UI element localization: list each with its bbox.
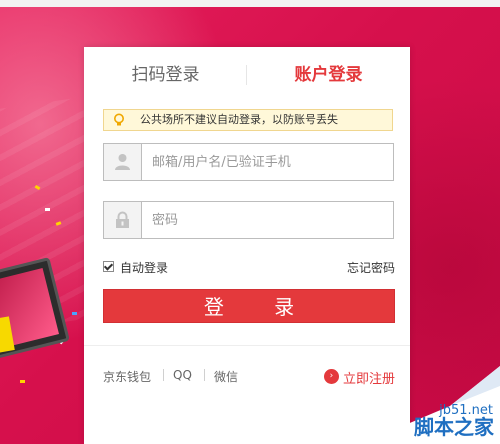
confetti [72,312,77,315]
auto-login-label[interactable]: 自动登录 [120,259,168,276]
username-input[interactable] [152,144,388,180]
lightbulb-icon [112,113,126,127]
lock-icon [104,202,142,238]
confetti [20,380,25,383]
jd-wallet-login-link[interactable]: 京东钱包 [103,368,151,385]
tab-qr-login[interactable]: 扫码登录 [84,47,247,99]
footer-separator [204,369,205,381]
forgot-password-link[interactable]: 忘记密码 [347,259,395,276]
footer-separator [163,369,164,381]
top-strip [0,0,500,7]
security-notice: 公共场所不建议自动登录，以防账号丢失 [103,109,393,131]
qq-login-link[interactable]: QQ [173,368,192,382]
third-party-login: 京东钱包 QQ 微信 › 立即注册 [103,368,395,387]
login-button[interactable]: 登 录 [103,289,395,323]
watermark-name: 脚本之家 [414,415,494,439]
username-field [103,143,394,181]
password-field [103,201,394,239]
login-tabs: 扫码登录 账户登录 [84,47,410,99]
auto-login-checkbox[interactable] [103,261,114,272]
notice-text: 公共场所不建议自动登录，以防账号丢失 [140,113,338,126]
wechat-login-link[interactable]: 微信 [214,368,238,385]
arrow-right-icon: › [323,369,339,384]
confetti [45,208,50,211]
user-icon [104,144,142,180]
footer-divider [84,345,410,346]
tab-account-login[interactable]: 账户登录 [247,47,410,99]
auto-login-row: 自动登录 忘记密码 [103,259,395,275]
password-input[interactable] [152,202,388,238]
